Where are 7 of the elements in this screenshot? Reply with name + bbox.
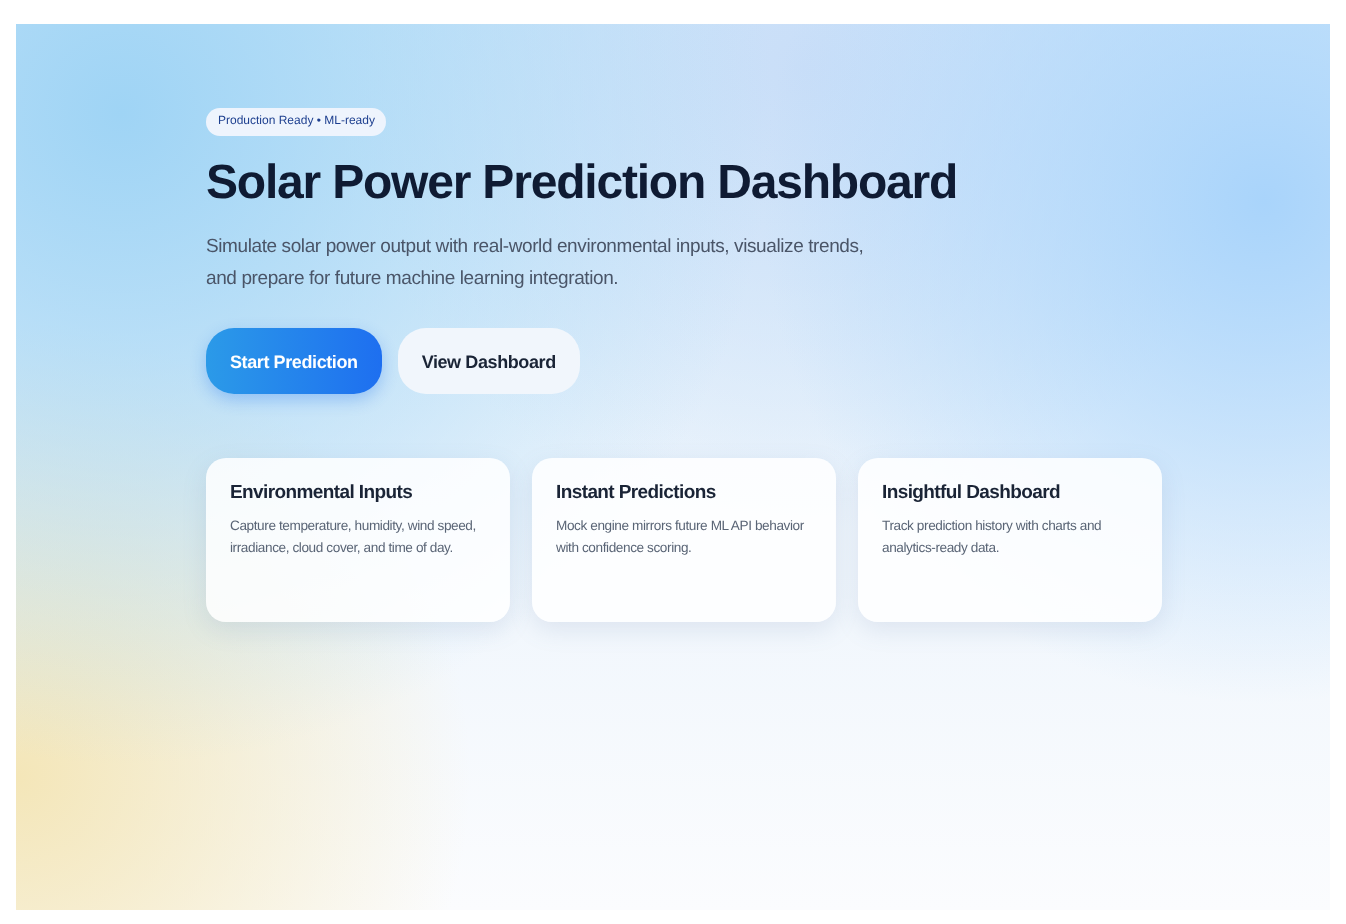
card-title: Environmental Inputs: [230, 482, 415, 504]
card-title: Instant Predictions: [556, 482, 718, 504]
card-title: Insightful Dashboard: [882, 482, 1063, 504]
dashboard-button[interactable]: View Dashboard: [397, 328, 580, 394]
page-title: Solar Power Prediction Dashboard: [206, 156, 958, 212]
subtitle: Simulate solar power output with real-world environmental inputs, visualize trends, and prepare for future machine learning integration.: [206, 234, 866, 294]
start-button[interactable]: Start Prediction: [206, 328, 382, 394]
